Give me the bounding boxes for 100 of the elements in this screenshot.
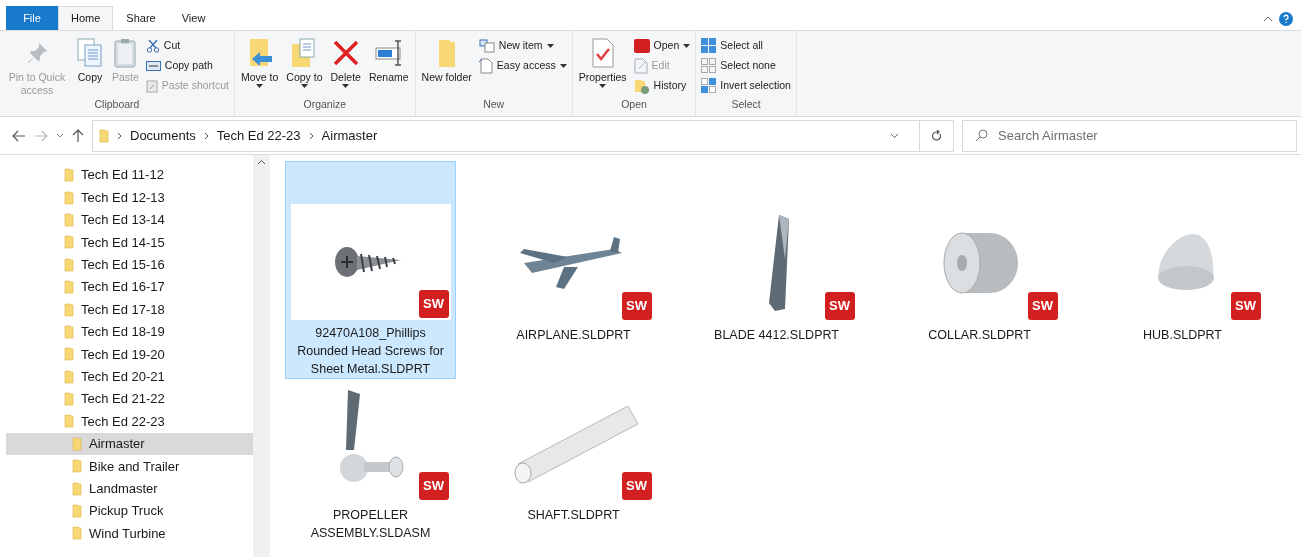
file-item[interactable]: SW COLLAR.SLDPRT bbox=[894, 161, 1065, 379]
group-label: Clipboard bbox=[93, 97, 141, 113]
back-arrow-icon[interactable] bbox=[12, 129, 26, 142]
file-item[interactable]: SW PROPELLER ASSEMBLY.SLDASM bbox=[285, 381, 456, 543]
file-name: 92470A108_Phillips Rounded Head Screws for Sheet Metal.SLDPRT bbox=[296, 325, 445, 378]
refresh-icon[interactable] bbox=[931, 129, 942, 142]
folder-icon bbox=[64, 414, 74, 429]
group-label: Organize bbox=[302, 97, 348, 113]
chevron-right-icon bbox=[203, 131, 209, 140]
ribbon-button[interactable]: Copy to bbox=[283, 35, 326, 98]
file-name: AIRPLANE.SLDPRT bbox=[515, 327, 632, 344]
ribbon-button[interactable]: New folder bbox=[418, 35, 475, 98]
ribbon-button[interactable]: Rename bbox=[365, 35, 412, 98]
ribbon-small-button[interactable]: Easy access bbox=[476, 57, 569, 74]
ribbon-tab[interactable]: Home bbox=[58, 6, 114, 30]
search-input[interactable]: Search Airmaster bbox=[998, 125, 1296, 146]
ribbon-small-button[interactable]: History bbox=[631, 77, 693, 94]
breadcrumb[interactable]: Tech Ed 22-23 bbox=[216, 125, 301, 146]
help-icon[interactable] bbox=[1279, 12, 1293, 26]
ribbon-button[interactable]: Delete bbox=[327, 35, 364, 98]
folder-tree-item[interactable]: Pickup Truck bbox=[6, 499, 253, 523]
app-badge: SW bbox=[824, 292, 855, 320]
caret-icon bbox=[300, 84, 308, 88]
folder-tree-item[interactable]: Tech Ed 16-17 bbox=[6, 275, 253, 299]
folder-tree-item[interactable]: Tech Ed 22-23 bbox=[6, 410, 253, 433]
breadcrumb[interactable]: Airmaster bbox=[321, 125, 378, 146]
app-badge: SW bbox=[418, 472, 449, 500]
up-arrow-icon[interactable] bbox=[72, 128, 84, 143]
folder-icon bbox=[64, 369, 74, 384]
folder-icon bbox=[64, 212, 74, 227]
folder-icon bbox=[64, 347, 74, 362]
clipboard-icon bbox=[113, 38, 138, 68]
folder-tree-item[interactable]: Tech Ed 13-14 bbox=[6, 208, 253, 232]
ribbon-small-button[interactable]: Invert selection bbox=[699, 77, 793, 94]
scissors-icon bbox=[145, 38, 160, 53]
folder-tree-item[interactable]: Bike and Trailer bbox=[6, 455, 253, 478]
document-icon bbox=[478, 57, 493, 74]
ribbon-button[interactable]: Move to bbox=[238, 35, 282, 98]
scrollbar[interactable] bbox=[253, 155, 270, 557]
folder-icon bbox=[64, 257, 74, 272]
ribbon-small-button[interactable]: Open bbox=[631, 37, 693, 54]
chevron-down-icon[interactable] bbox=[890, 132, 899, 139]
chevron-down-icon[interactable] bbox=[56, 133, 64, 138]
file-item[interactable]: SW AIRPLANE.SLDPRT bbox=[488, 161, 659, 379]
breadcrumb[interactable]: Documents bbox=[130, 125, 196, 146]
folder-icon bbox=[72, 481, 82, 496]
new-item-icon bbox=[478, 38, 495, 53]
caret-icon bbox=[546, 43, 554, 48]
ribbon-small-button[interactable]: Cut bbox=[143, 37, 231, 54]
properties-icon bbox=[590, 38, 615, 68]
rename-icon bbox=[373, 39, 404, 67]
ribbon-button[interactable]: Properties bbox=[575, 35, 630, 98]
folder-tree-item[interactable]: Tech Ed 15-16 bbox=[6, 253, 253, 276]
folder-tree-item[interactable]: Wind Turbine bbox=[6, 522, 253, 545]
folder-icon bbox=[64, 168, 74, 183]
address-bar[interactable]: Documents Tech Ed 22-23 Airmaster bbox=[92, 119, 954, 152]
group-label: New bbox=[482, 97, 506, 113]
search-field[interactable]: Search Airmaster bbox=[962, 119, 1297, 152]
file-name: PROPELLER ASSEMBLY.SLDASM bbox=[309, 507, 432, 542]
ribbon-small-button[interactable]: Select none bbox=[699, 57, 793, 74]
folder-icon bbox=[436, 38, 457, 68]
ribbon-button[interactable]: Copy bbox=[73, 35, 107, 98]
file-item[interactable]: SW 92470A108_Phillips Rounded Head Screws for Sheet Metal.SLDPRT bbox=[285, 161, 456, 379]
file-name: BLADE 4412.SLDPRT bbox=[713, 327, 840, 344]
folder-tree-item[interactable]: Tech Ed 21-22 bbox=[6, 387, 253, 411]
file-item[interactable]: SW SHAFT.SLDPRT bbox=[488, 381, 659, 543]
copy-icon bbox=[76, 38, 104, 68]
ribbon-tab[interactable]: Share bbox=[113, 6, 169, 30]
file-item[interactable]: SW BLADE 4412.SLDPRT bbox=[691, 161, 862, 379]
folder-tree-item[interactable]: Tech Ed 19-20 bbox=[6, 343, 253, 366]
chevron-up-icon[interactable] bbox=[257, 159, 266, 165]
folder-tree-item[interactable]: Tech Ed 20-21 bbox=[6, 365, 253, 388]
shortcut-icon bbox=[145, 78, 158, 93]
chevron-right-icon bbox=[308, 131, 314, 140]
ribbon-tab[interactable]: View bbox=[168, 6, 219, 30]
folder-tree-item[interactable]: Tech Ed 14-15 bbox=[6, 231, 253, 254]
folder-tree-item[interactable]: Airmaster bbox=[6, 432, 253, 456]
folder-tree-item[interactable]: Landmaster bbox=[6, 477, 253, 500]
path-icon bbox=[145, 60, 161, 71]
chevron-up-icon[interactable] bbox=[1263, 16, 1273, 22]
folder-icon bbox=[99, 128, 109, 143]
select-none-icon bbox=[701, 58, 717, 73]
ribbon-small-button[interactable]: Select all bbox=[699, 37, 793, 54]
caret-icon bbox=[256, 84, 264, 88]
app-badge: SW bbox=[621, 292, 652, 320]
caret-icon bbox=[559, 63, 567, 68]
file-item[interactable]: SW HUB.SLDPRT bbox=[1097, 161, 1268, 379]
folder-tree-item[interactable]: Tech Ed 17-18 bbox=[6, 298, 253, 321]
file-name: COLLAR.SLDPRT bbox=[927, 327, 1032, 344]
app-badge: SW bbox=[418, 290, 449, 318]
file-name: SHAFT.SLDPRT bbox=[526, 507, 621, 524]
ribbon-small-button[interactable]: New item bbox=[476, 37, 569, 54]
folder-tree-item[interactable]: Tech Ed 18-19 bbox=[6, 320, 253, 344]
folder-tree-item[interactable]: Tech Ed 11-12 bbox=[6, 164, 253, 187]
folder-tree-item[interactable]: Tech Ed 12-13 bbox=[6, 186, 253, 209]
ribbon-small-button[interactable]: Copy path bbox=[143, 57, 231, 74]
file-name: HUB.SLDPRT bbox=[1142, 327, 1223, 344]
file-tab[interactable]: File bbox=[6, 6, 58, 30]
folder-icon bbox=[72, 504, 82, 519]
folder-icon bbox=[64, 190, 74, 205]
